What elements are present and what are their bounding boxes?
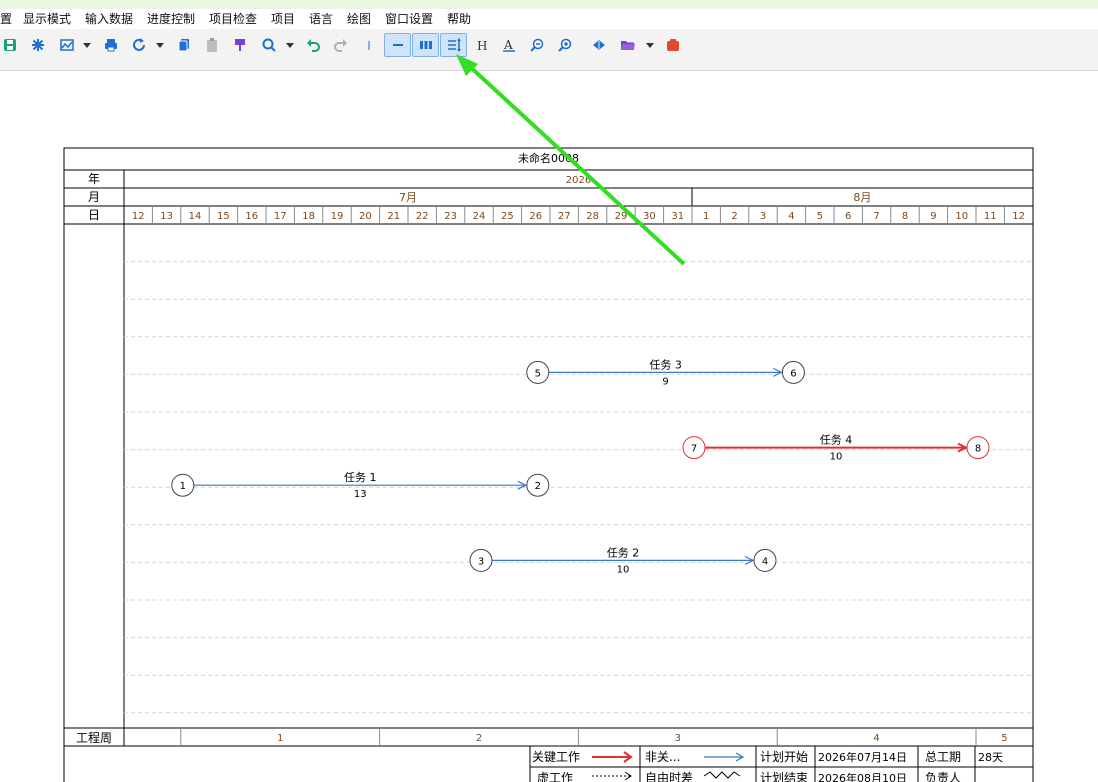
network-diagram-canvas: 未命名0008年月日工程周20267月12 13 14 15 16 17 18 19 20 21 2… [63,54,1034,782]
week-label: 1 [277,733,283,744]
month-label: 7月 [399,191,417,204]
legend: 关键工作 非关... 计划开始 2026年07月14日 总工期 28天虚工作 自由时差 计划结… [63,746,1033,782]
day-label: 24 [473,211,486,222]
day-label: 7 [873,211,879,222]
legend-total-label: 总工期 [925,750,961,764]
row-label-day: 日 [88,208,100,222]
day-label: 31 [671,211,684,222]
day-label: 8 [902,211,908,222]
legend-plan-end: 2026年08月10日 [818,771,907,782]
day-label: 18 [302,211,315,222]
node-number: 1 [180,481,186,492]
week-label: 2 [476,733,482,744]
day-label: 21 [387,211,400,222]
legend-plan-end-label: 计划结束 [760,771,808,782]
legend-plan-start: 2026年07月14日 [818,750,907,764]
day-label: 3 [760,211,766,222]
node-number: 6 [790,368,796,379]
day-label: 27 [558,211,571,222]
day-label: 23 [444,211,457,222]
task-name: 任务 3 [649,358,682,371]
day-label: 28 [586,211,599,222]
legend-noncritical-label: 非关... [645,750,680,764]
day-label: 17 [274,211,287,222]
task-duration: 13 [354,489,367,500]
week-label: 4 [873,733,879,744]
legend-free-float-label: 自由时差 [645,771,693,782]
legend-owner-label: 负责人 [925,771,961,782]
task-name: 任务 1 [344,471,377,484]
node-number: 7 [691,444,697,455]
legend-free-float-line [703,771,741,779]
day-label: 22 [416,211,429,222]
task-arrow: 5 6 任务 3 9 [526,358,805,387]
task-name: 任务 2 [607,546,640,559]
legend-critical-label: 关键工作 [532,750,580,764]
month-label: 8月 [853,191,871,204]
day-label: 2 [731,211,737,222]
node-number: 8 [975,444,981,455]
timeline-grid: 未命名0008年月日工程周20267月12 13 14 15 16 17 18 19 20 21 2… [63,147,1034,782]
task-arrow: 1 2 任务 1 13 [171,471,550,500]
node-number: 4 [762,556,768,567]
day-label: 20 [359,211,372,222]
day-label: 25 [501,211,514,222]
task-duration: 10 [830,452,843,463]
day-label: 30 [643,211,656,222]
day-label: 6 [845,211,851,222]
day-label: 10 [955,211,968,222]
task-duration: 10 [617,564,630,575]
chart-frame [63,147,1034,782]
node-number: 5 [535,368,541,379]
task-arrow: 7 8 任务 4 10 [682,434,990,463]
day-label: 16 [245,211,258,222]
node-number: 2 [535,481,541,492]
pointer-annotation [456,54,686,266]
day-label: 15 [217,211,230,222]
legend-total: 28天 [978,751,1003,764]
day-label: 11 [984,211,997,222]
week-label: 3 [675,733,681,744]
row-label-week: 工程周 [76,730,112,745]
day-label: 9 [930,211,936,222]
legend-plan-start-label: 计划开始 [760,750,808,764]
task-name: 任务 4 [820,434,853,447]
pointer-arrow-shaft [464,61,686,266]
row-label-month: 月 [88,190,100,204]
day-label: 5 [817,211,823,222]
legend-virtual-label: 虚工作 [537,771,573,782]
day-label: 13 [160,211,173,222]
day-label: 12 [132,211,145,222]
day-label: 26 [529,211,542,222]
day-label: 12 [1012,211,1025,222]
day-label: 1 [703,211,709,222]
task-duration: 9 [662,376,668,387]
day-label: 14 [189,211,202,222]
day-label: 4 [788,211,794,222]
node-number: 3 [478,556,484,567]
row-label-year: 年 [88,172,100,186]
task-layer: 5 6 任务 3 9 7 8 任务 4 10 1 2 任务 1 13 3 4 任务 2 10 [171,358,990,575]
week-label: 5 [1001,733,1007,744]
task-arrow: 3 4 任务 2 10 [469,546,777,575]
day-label: 19 [331,211,344,222]
